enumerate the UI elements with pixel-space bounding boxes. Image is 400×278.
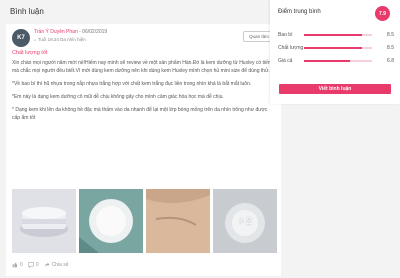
rating-row-packaging: Bao bì 8.5 bbox=[278, 31, 394, 39]
write-review-button[interactable]: Viết bình luận bbox=[279, 84, 391, 94]
review-photo-jar[interactable] bbox=[12, 189, 76, 253]
rating-label: Chất lượng bbox=[278, 45, 304, 51]
rating-score: 8.5 bbox=[387, 45, 394, 51]
like-action[interactable]: 0 bbox=[12, 262, 23, 268]
review-photo-skin[interactable] bbox=[146, 189, 210, 253]
review-photo-more[interactable]: + 2 bbox=[213, 189, 277, 253]
rating-bar-fill bbox=[304, 47, 362, 49]
author-line: Trần Ý Duyên Phan - 06/02/2019 bbox=[34, 29, 107, 35]
review-photo-cream[interactable] bbox=[79, 189, 143, 253]
rating-bar bbox=[304, 47, 372, 49]
review-paragraph: Xin chào mọi người năm mới nè!Hiếm nay m… bbox=[12, 60, 274, 74]
author-name[interactable]: Trần Ý Duyên Phan bbox=[34, 29, 78, 35]
overall-score-badge: 7.9 bbox=[375, 6, 390, 21]
rating-title: Điểm trung bình bbox=[278, 9, 321, 15]
rating-bar-fill bbox=[304, 60, 351, 62]
share-label: Chia sẻ bbox=[51, 262, 69, 268]
review-card: K7 Trần Ý Duyên Phan - 06/02/2019 ● Tuổi … bbox=[6, 24, 281, 276]
rating-bar-fill bbox=[304, 34, 362, 36]
avatar[interactable]: K7 bbox=[12, 29, 30, 47]
photo-gallery: + 2 bbox=[12, 189, 277, 253]
comment-action[interactable]: 0 bbox=[28, 262, 39, 268]
rating-score: 6.8 bbox=[387, 58, 394, 64]
rating-panel: Điểm trung bình 7.9 Bao bì 8.5 Chất lượn… bbox=[270, 0, 400, 104]
rating-score: 8.5 bbox=[387, 32, 394, 38]
rating-label: Bao bì bbox=[278, 32, 293, 38]
user-meta: ● Tuổi 19,24 Da nhìn hiện bbox=[34, 37, 86, 42]
comment-count: 0 bbox=[35, 262, 39, 268]
user-meta-text: Tuổi 19,24 Da nhìn hiện bbox=[37, 37, 86, 42]
more-photos-count: + 2 bbox=[238, 216, 252, 226]
like-icon bbox=[12, 262, 18, 268]
share-icon bbox=[44, 262, 49, 267]
review-paragraph: *Em này là dạng kem dưỡng cô mũi dễ chịu… bbox=[12, 94, 224, 100]
rating-row-quality: Chất lượng 8.5 bbox=[278, 44, 394, 52]
review-paragraph: * Dạng kem khi lên da không hề đặc mà th… bbox=[12, 107, 268, 121]
rating-row-price: Giá cả 6.8 bbox=[278, 57, 394, 65]
rating-label: Giá cả bbox=[278, 58, 293, 64]
like-count: 0 bbox=[20, 262, 23, 268]
comment-icon bbox=[28, 262, 34, 268]
review-date: - 06/02/2019 bbox=[77, 29, 108, 35]
rating-bar bbox=[304, 34, 372, 36]
rating-bar bbox=[304, 60, 372, 62]
review-title: Chất lượng tốt bbox=[12, 50, 48, 56]
section-title: Bình luận bbox=[10, 7, 44, 16]
review-actions: 0 0 Chia sẻ bbox=[12, 262, 69, 268]
meta-dot-icon: ● bbox=[34, 37, 36, 42]
share-action[interactable]: Chia sẻ bbox=[44, 262, 69, 268]
review-text: Xin chào mọi người năm mới nè!Hiếm nay m… bbox=[12, 59, 274, 127]
review-paragraph: *Về bao bì thì hũ nhựa trong nắp nhựa tr… bbox=[12, 81, 252, 87]
